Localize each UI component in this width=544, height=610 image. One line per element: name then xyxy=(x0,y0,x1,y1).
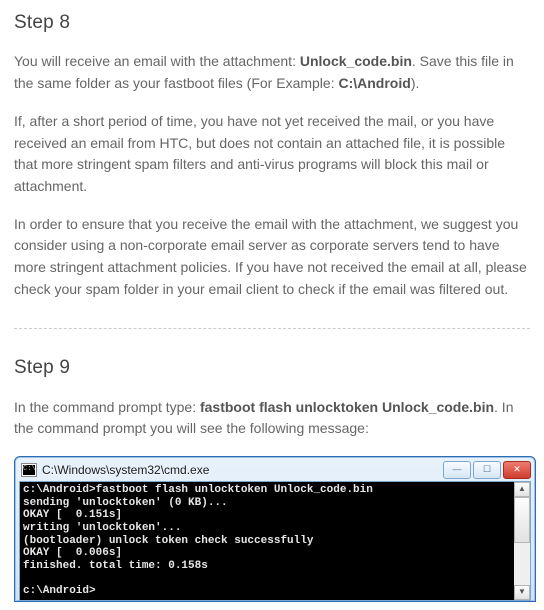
cmd-window: C:\Windows\system32\cmd.exe — ☐ ✕ c:\And… xyxy=(14,456,536,602)
window-title: C:\Windows\system32\cmd.exe xyxy=(42,461,443,480)
text: You will receive an email with the attac… xyxy=(14,53,300,69)
cmd-icon xyxy=(21,463,37,477)
separator xyxy=(14,328,530,329)
scroll-track[interactable] xyxy=(514,497,530,585)
path-bold: C:\Android xyxy=(338,75,410,91)
scroll-thumb[interactable] xyxy=(514,497,530,543)
minimize-button[interactable]: — xyxy=(443,461,471,479)
step8-para2: If, after a short period of time, you ha… xyxy=(14,111,530,198)
command-bold: fastboot flash unlocktoken Unlock_code.b… xyxy=(200,399,494,415)
step8-para3: In order to ensure that you receive the … xyxy=(14,214,530,301)
step8-heading: Step 8 xyxy=(14,8,530,37)
step9-para1: In the command prompt type: fastboot fla… xyxy=(14,397,530,440)
text: ). xyxy=(411,75,420,91)
console-output: c:\Android>fastboot flash unlocktoken Un… xyxy=(20,482,514,600)
filename-bold: Unlock_code.bin xyxy=(300,53,412,69)
text: In the command prompt type: xyxy=(14,399,200,415)
step8-para1: You will receive an email with the attac… xyxy=(14,51,530,94)
scroll-up-icon[interactable]: ▲ xyxy=(514,482,530,497)
console-area: c:\Android>fastboot flash unlocktoken Un… xyxy=(19,481,531,601)
close-button[interactable]: ✕ xyxy=(503,461,531,479)
titlebar: C:\Windows\system32\cmd.exe — ☐ ✕ xyxy=(15,457,535,481)
scrollbar[interactable]: ▲ ▼ xyxy=(514,482,530,600)
window-buttons: — ☐ ✕ xyxy=(443,461,531,479)
maximize-button[interactable]: ☐ xyxy=(473,461,501,479)
step9-heading: Step 9 xyxy=(14,353,530,382)
scroll-down-icon[interactable]: ▼ xyxy=(514,585,530,600)
